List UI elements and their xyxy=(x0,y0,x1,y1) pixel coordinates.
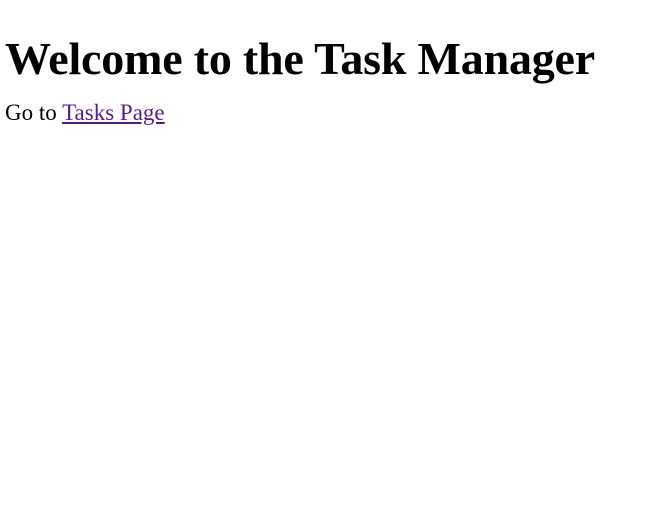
page-body: Welcome to the Task Manager Go to Tasks … xyxy=(0,0,645,520)
page-title: Welcome to the Task Manager xyxy=(5,33,595,84)
nav-line: Go to Tasks Page xyxy=(5,85,640,127)
tasks-page-link[interactable]: Tasks Page xyxy=(62,100,165,125)
nav-prefix-text: Go to xyxy=(5,100,63,125)
